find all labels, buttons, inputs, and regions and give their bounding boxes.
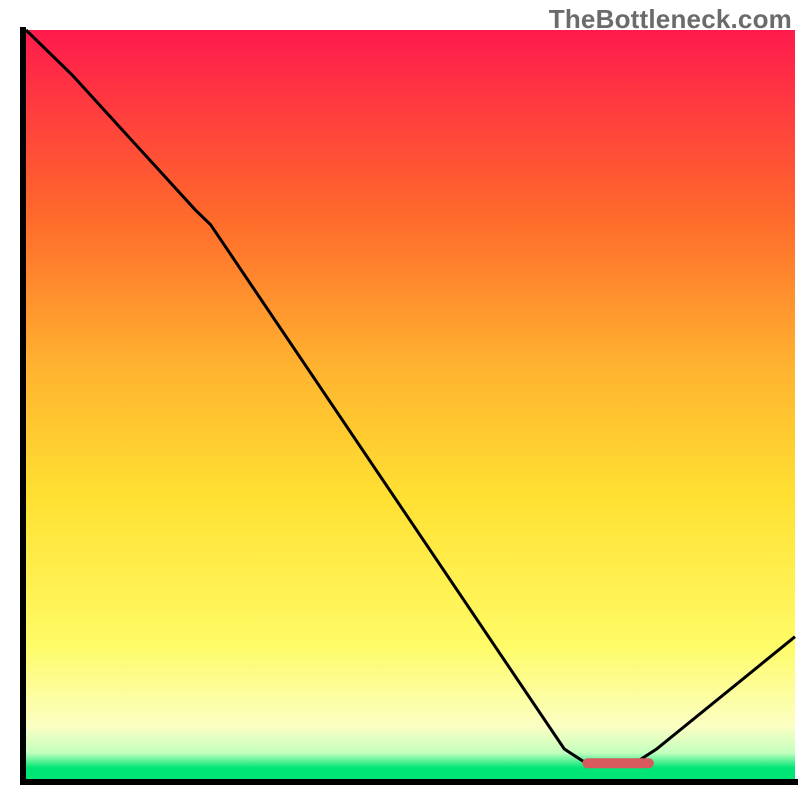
plot-background xyxy=(26,30,795,779)
bottleneck-chart xyxy=(0,0,800,800)
watermark-text: TheBottleneck.com xyxy=(549,4,792,35)
chart-container: TheBottleneck.com xyxy=(0,0,800,800)
